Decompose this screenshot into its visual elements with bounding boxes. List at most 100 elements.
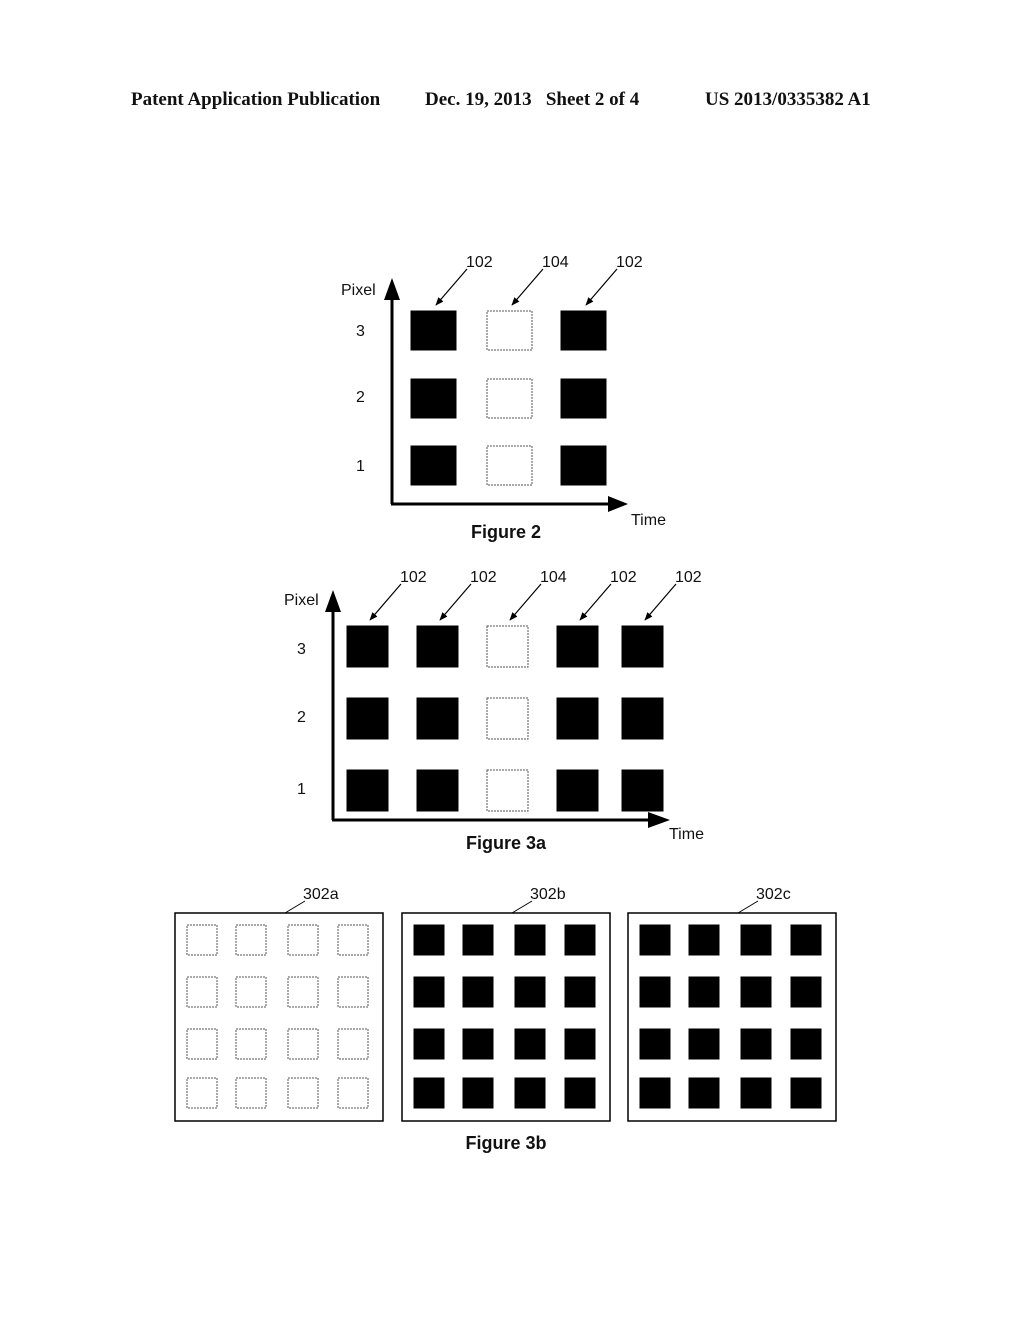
- y-axis-label: Pixel: [284, 592, 319, 609]
- pixel-off-cell: [186, 1077, 218, 1109]
- pixel-on-cell: [688, 976, 720, 1008]
- pixel-on-cell: [560, 445, 607, 486]
- x-axis-label: Time: [631, 512, 666, 529]
- pixel-on-cell: [560, 378, 607, 419]
- leader-arrow-icon: [644, 583, 677, 621]
- row-label: 3: [297, 641, 306, 658]
- pixel-on-cell: [556, 769, 599, 812]
- pixel-off-cell: [486, 378, 533, 419]
- pixel-on-cell: [564, 976, 596, 1008]
- pixel-off-cell: [287, 976, 319, 1008]
- pixel-on-cell: [514, 924, 546, 956]
- reference-numeral: 302c: [756, 886, 791, 903]
- pixel-on-cell: [688, 924, 720, 956]
- leader-arrow-icon: [585, 268, 618, 306]
- pixel-on-cell: [740, 1077, 772, 1109]
- pixel-off-cell: [287, 924, 319, 956]
- figure-caption: Figure 3a: [466, 833, 547, 853]
- pixel-on-cell: [413, 976, 445, 1008]
- pixel-on-cell: [462, 976, 494, 1008]
- pixel-on-cell: [410, 445, 457, 486]
- pixel-off-cell: [235, 1028, 267, 1060]
- row-label: 1: [297, 781, 306, 798]
- x-axis-label: Time: [669, 826, 704, 843]
- pixel-off-cell: [186, 924, 218, 956]
- pixel-on-cell: [410, 378, 457, 419]
- leader-line: [511, 900, 533, 914]
- pixel-off-cell: [337, 976, 369, 1008]
- pixel-off-cell: [235, 924, 267, 956]
- reference-numeral: 104: [540, 569, 567, 586]
- pixel-off-cell: [235, 976, 267, 1008]
- pixel-on-cell: [790, 976, 822, 1008]
- pixel-on-cell: [514, 1077, 546, 1109]
- pixel-on-cell: [346, 625, 389, 668]
- pixel-array-panel: 302b: [401, 886, 611, 1122]
- leader-arrow-icon: [435, 268, 468, 306]
- pixel-off-cell: [235, 1077, 267, 1109]
- reference-numeral: 302a: [303, 886, 339, 903]
- pixel-off-cell: [486, 445, 533, 486]
- x-axis-arrowhead-icon: [608, 496, 628, 512]
- pixel-on-cell: [514, 976, 546, 1008]
- reference-numeral: 102: [610, 569, 637, 586]
- leader-arrow-icon: [369, 583, 402, 621]
- pixel-on-cell: [621, 769, 664, 812]
- pixel-off-cell: [486, 769, 529, 812]
- pixel-off-cell: [486, 697, 529, 740]
- row-label: 1: [356, 458, 365, 475]
- pixel-on-cell: [413, 924, 445, 956]
- reference-numeral: 102: [675, 569, 702, 586]
- leader-arrow-icon: [439, 583, 472, 621]
- pixel-on-cell: [790, 1028, 822, 1060]
- y-axis-arrowhead-icon: [325, 590, 341, 612]
- pixel-on-cell: [621, 697, 664, 740]
- pixel-on-cell: [740, 924, 772, 956]
- leader-line: [737, 900, 759, 914]
- patent-drawing: Pixel Time 3 2 1 102 104 102 Figure 2 Pixe…: [174, 254, 837, 1153]
- pixel-off-cell: [486, 310, 533, 351]
- pixel-on-cell: [462, 1077, 494, 1109]
- pixel-on-cell: [790, 924, 822, 956]
- figure-2: Pixel Time 3 2 1 102 104 102 Figure 2: [341, 254, 666, 542]
- pixel-off-cell: [337, 1028, 369, 1060]
- figure-caption: Figure 2: [471, 522, 541, 542]
- pixel-on-cell: [462, 1028, 494, 1060]
- pixel-on-cell: [413, 1077, 445, 1109]
- leader-arrow-icon: [511, 268, 544, 306]
- pixel-on-cell: [621, 625, 664, 668]
- pixel-on-cell: [564, 1028, 596, 1060]
- row-label: 2: [356, 389, 365, 406]
- pixel-on-cell: [346, 697, 389, 740]
- pixel-on-cell: [688, 1077, 720, 1109]
- pixel-on-cell: [688, 1028, 720, 1060]
- pixel-off-cell: [486, 625, 529, 668]
- reference-numeral: 302b: [530, 886, 566, 903]
- pixel-on-cell: [740, 976, 772, 1008]
- pixel-on-cell: [639, 976, 671, 1008]
- pixel-on-cell: [416, 625, 459, 668]
- pixel-on-cell: [556, 697, 599, 740]
- pixel-on-cell: [416, 769, 459, 812]
- leader-arrow-icon: [579, 583, 612, 621]
- pixel-off-cell: [287, 1077, 319, 1109]
- figure-3a: Pixel Time 3 2 1 102 102 104 102 102 Figure …: [284, 569, 704, 853]
- pixel-on-cell: [740, 1028, 772, 1060]
- reference-numeral: 102: [616, 254, 643, 271]
- pixel-on-cell: [564, 1077, 596, 1109]
- figure-3b: 302a 302b 302c Figure 3b: [174, 886, 837, 1153]
- pixel-on-cell: [514, 1028, 546, 1060]
- pixel-array-panel: 302c: [627, 886, 837, 1122]
- pixel-off-cell: [337, 924, 369, 956]
- pixel-on-cell: [556, 625, 599, 668]
- pixel-off-cell: [186, 1028, 218, 1060]
- pixel-on-cell: [639, 924, 671, 956]
- reference-numeral: 104: [542, 254, 569, 271]
- reference-numeral: 102: [400, 569, 427, 586]
- pixel-on-cell: [462, 924, 494, 956]
- pixel-on-cell: [790, 1077, 822, 1109]
- row-label: 3: [356, 323, 365, 340]
- pixel-on-cell: [639, 1077, 671, 1109]
- pixel-off-cell: [287, 1028, 319, 1060]
- reference-numeral: 102: [470, 569, 497, 586]
